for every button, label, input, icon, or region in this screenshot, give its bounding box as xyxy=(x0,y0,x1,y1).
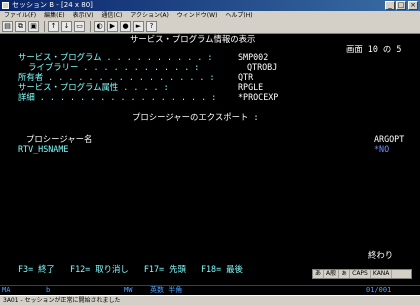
column-header-procedure-name: プロシージャー名 xyxy=(26,134,93,144)
caps-indicator[interactable]: CAPS xyxy=(350,270,371,278)
macro-icon[interactable]: ▶ xyxy=(107,21,118,32)
section-title: プロシージャーのエクスポート : xyxy=(132,112,259,122)
menu-bar: ファイル(F) 編集(E) 表示(V) 通信(C) アクション(A) ウィンドウ… xyxy=(0,11,420,20)
field-value-library: QTROBJ xyxy=(247,62,278,72)
column-header-argopt: ARGOPT xyxy=(374,134,405,144)
copy-icon[interactable]: ⧉ xyxy=(15,21,26,32)
oia-ime-mode: 英数 半角 xyxy=(150,286,183,294)
oia-cursor-position: 01/001 xyxy=(366,286,392,294)
print-icon[interactable]: ▤ xyxy=(2,21,13,32)
menu-file[interactable]: ファイル(F) xyxy=(0,11,40,20)
toolbar-separator xyxy=(44,21,45,32)
minimize-button[interactable]: _ xyxy=(385,1,395,10)
field-label-owner: 所有者 . . . . . . . . . . . . . . . . : xyxy=(18,72,215,82)
ime-small-kana-button[interactable]: ぁ xyxy=(339,270,351,278)
menu-action[interactable]: アクション(A) xyxy=(126,11,173,20)
status-message: 3A01 - セッションが正常に開始されました xyxy=(3,297,121,304)
status-bar: 3A01 - セッションが正常に開始されました xyxy=(0,295,420,305)
window-title-bar: セッション B - [24 x 80] _ □ × xyxy=(0,0,420,11)
toolbar: ▤ ⧉ ▣ ↑ ↓ ▭ ◐ ▶ ● ► ? xyxy=(0,20,420,34)
app-icon xyxy=(2,2,9,9)
screen-title: サービス・プログラム情報の表示 xyxy=(130,34,256,44)
menu-view[interactable]: 表示(V) xyxy=(69,11,98,20)
field-value-detail: *PROCEXP xyxy=(238,92,279,102)
bottom-status: 終わり xyxy=(368,250,394,260)
maximize-button[interactable]: □ xyxy=(396,1,406,10)
ime-toolbar: あ A般 ぁ CAPS KANA xyxy=(312,269,412,279)
display-icon[interactable]: ▭ xyxy=(74,21,85,32)
oia-mw: MW xyxy=(124,286,133,294)
paste-icon[interactable]: ▣ xyxy=(28,21,39,32)
receive-icon[interactable]: ↓ xyxy=(61,21,72,32)
oia-indicator-b: b xyxy=(46,286,51,294)
row-argopt[interactable]: *NO xyxy=(374,144,389,154)
field-value-attribute: RPGLE xyxy=(238,82,264,92)
field-label-service-program: サービス・プログラム . . . . . . . . . . : xyxy=(18,52,213,62)
oia-ma: MA xyxy=(2,286,11,294)
menu-edit[interactable]: 編集(E) xyxy=(40,11,68,20)
field-label-library: ライブラリー . . . . . . . . . . . : xyxy=(18,62,200,72)
menu-help[interactable]: ヘルプ(H) xyxy=(221,11,256,20)
field-value-owner: QTR xyxy=(238,72,254,82)
window-title: セッション B - [24 x 80] xyxy=(12,1,93,9)
field-value-service-program: SMP002 xyxy=(238,52,269,62)
page-indicator: 画面 10 の 5 xyxy=(346,44,402,54)
color-icon[interactable]: ◐ xyxy=(94,21,105,32)
play-icon[interactable]: ► xyxy=(133,21,144,32)
field-label-attribute: サービス・プログラム属性 . . . . : xyxy=(18,82,169,92)
kana-indicator[interactable]: KANA xyxy=(371,270,393,278)
menu-communication[interactable]: 通信(C) xyxy=(97,11,126,20)
ime-hiragana-button[interactable]: あ xyxy=(313,270,325,278)
row-procedure-name[interactable]: RTV_HSNAME xyxy=(18,144,68,154)
close-button[interactable]: × xyxy=(408,1,418,10)
send-icon[interactable]: ↑ xyxy=(48,21,59,32)
menu-window[interactable]: ウィンドウ(W) xyxy=(173,11,222,20)
function-keys: F3= 終了 F12= 取り消し F17= 先頭 F18= 最後 xyxy=(18,264,243,274)
ime-mode-button[interactable]: A般 xyxy=(324,270,340,278)
help-icon[interactable]: ? xyxy=(146,21,157,32)
operator-info-area: MA b MW 英数 半角 01/001 xyxy=(0,285,420,295)
record-icon[interactable]: ● xyxy=(120,21,131,32)
toolbar-separator xyxy=(90,21,91,32)
terminal-screen[interactable]: サービス・プログラム情報の表示 画面 10 の 5 サービス・プログラム . .… xyxy=(0,34,420,285)
field-label-detail: 詳細 . . . . . . . . . . . . . . . . . : xyxy=(18,92,217,102)
